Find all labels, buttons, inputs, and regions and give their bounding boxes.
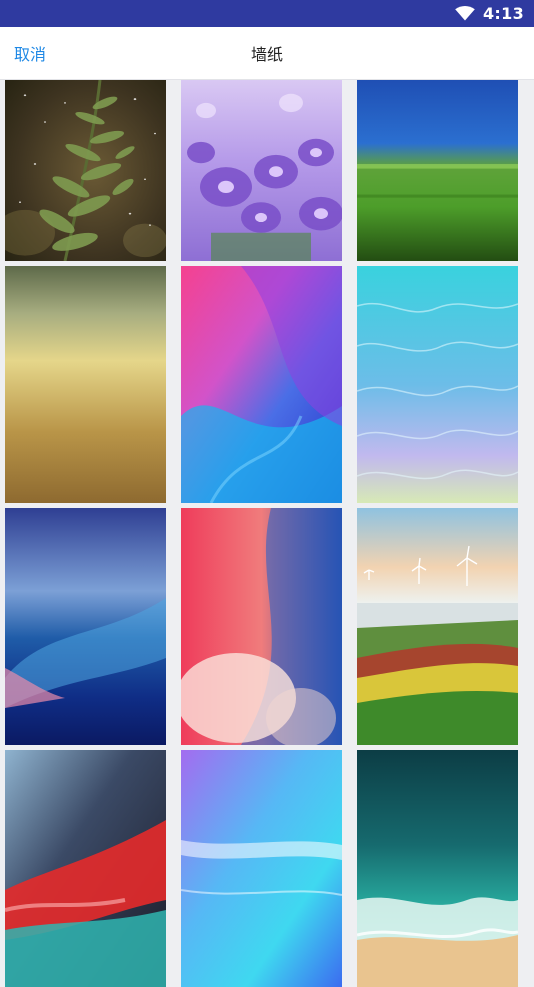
wallpaper-tile-pink-blue-waves[interactable]: [181, 266, 342, 503]
page-title: 墙纸: [250, 45, 283, 64]
wallpaper-grid: [5, 80, 529, 987]
wallpaper-tile-red-blue-swirl[interactable]: [181, 508, 342, 745]
status-time: 4:13: [483, 4, 524, 23]
top-toolbar: 取消 墙纸: [0, 27, 534, 80]
status-bar: 4:13: [0, 0, 534, 27]
wallpaper-tile-pine-branch[interactable]: [5, 80, 166, 261]
cancel-button[interactable]: 取消: [14, 27, 46, 79]
wifi-icon: [455, 6, 475, 21]
wallpaper-tile-deep-blue-wave[interactable]: [5, 508, 166, 745]
wallpaper-tile-aerial-beach[interactable]: [357, 750, 518, 987]
wallpaper-tile-red-teal-abstract[interactable]: [5, 750, 166, 987]
wallpaper-tile-turquoise-water[interactable]: [357, 266, 518, 503]
wallpaper-tile-olive-gold[interactable]: [5, 266, 166, 503]
wallpaper-tile-blue-green-blur[interactable]: [357, 80, 518, 261]
wallpaper-tile-purple-flowers[interactable]: [181, 80, 342, 261]
wallpaper-tile-purple-cyan-light[interactable]: [181, 750, 342, 987]
wallpaper-tile-wind-turbines[interactable]: [357, 508, 518, 745]
